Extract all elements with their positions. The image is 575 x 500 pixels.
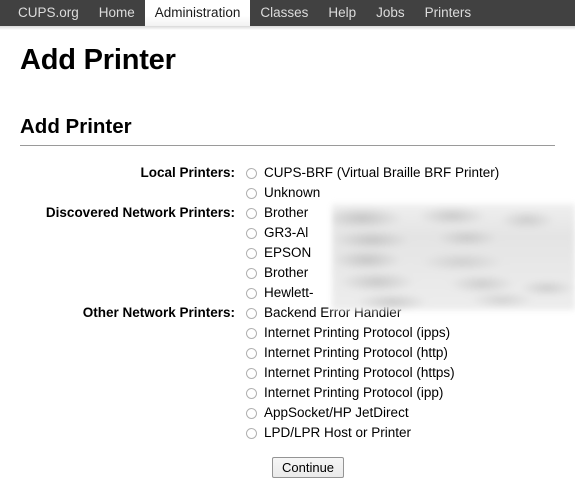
radio-label[interactable]: Brother	[264, 203, 308, 223]
radio-label[interactable]: CUPS-BRF (Virtual Braille BRF Printer)	[264, 163, 499, 183]
nav-item-cups-org[interactable]: CUPS.org	[8, 0, 89, 26]
radio-option[interactable]: EPSON	[246, 243, 555, 263]
radio-icon[interactable]	[246, 387, 257, 399]
radio-option[interactable]: Internet Printing Protocol (ipp)	[246, 383, 555, 403]
radio-label[interactable]: Internet Printing Protocol (http)	[264, 343, 448, 363]
radio-label[interactable]: Backend Error Handler	[264, 303, 401, 323]
section-title: Add Printer	[20, 115, 555, 146]
radio-icon[interactable]	[246, 187, 257, 199]
radio-icon[interactable]	[246, 347, 257, 359]
page-content: Add Printer Add Printer Local Printers: …	[0, 44, 575, 478]
radio-label[interactable]: Brother	[264, 263, 308, 283]
radio-option[interactable]: GR3-Al	[246, 223, 555, 243]
radio-label[interactable]: GR3-Al	[264, 223, 308, 243]
radio-option[interactable]: Internet Printing Protocol (ipps)	[246, 323, 555, 343]
radio-icon[interactable]	[246, 427, 257, 439]
radio-icon[interactable]	[246, 207, 257, 219]
main-navigation: CUPS.org Home Administration Classes Hel…	[0, 0, 575, 26]
radio-option[interactable]: Brother	[246, 263, 555, 283]
radio-icon[interactable]	[246, 327, 257, 339]
label-other-network-printers: Other Network Printers:	[82, 305, 235, 320]
radio-option[interactable]: Hewlett-	[246, 283, 555, 303]
radio-icon[interactable]	[246, 287, 257, 299]
nav-item-administration[interactable]: Administration	[144, 0, 251, 26]
form-group-local-printers: Local Printers: CUPS-BRF (Virtual Braill…	[20, 163, 555, 203]
navigation-shadow	[0, 26, 575, 30]
radio-label[interactable]: Hewlett-	[264, 283, 314, 303]
form-actions-spacer	[20, 457, 246, 478]
options-discovered-network-printers: Brother GR3-Al EPSON Brother Hewlett-	[246, 203, 555, 303]
radio-option[interactable]: Brother	[246, 203, 555, 223]
form-group-other-network-printers: Other Network Printers: Backend Error Ha…	[20, 303, 555, 443]
radio-icon[interactable]	[246, 267, 257, 279]
radio-label[interactable]: Internet Printing Protocol (ipp)	[264, 383, 443, 403]
radio-option[interactable]: Internet Printing Protocol (http)	[246, 343, 555, 363]
radio-label[interactable]: AppSocket/HP JetDirect	[264, 403, 409, 423]
radio-label[interactable]: LPD/LPR Host or Printer	[264, 423, 411, 443]
radio-option[interactable]: LPD/LPR Host or Printer	[246, 423, 555, 443]
radio-option[interactable]: Backend Error Handler	[246, 303, 555, 323]
radio-label[interactable]: Unknown	[264, 183, 320, 203]
nav-item-help[interactable]: Help	[318, 0, 366, 26]
radio-icon[interactable]	[246, 407, 257, 419]
form-actions: Continue	[20, 457, 555, 478]
radio-icon[interactable]	[246, 307, 257, 319]
radio-label[interactable]: Internet Printing Protocol (ipps)	[264, 323, 450, 343]
radio-icon[interactable]	[246, 167, 257, 179]
page-title: Add Printer	[20, 44, 176, 76]
nav-item-home[interactable]: Home	[89, 0, 145, 26]
radio-icon[interactable]	[246, 247, 257, 259]
nav-item-printers[interactable]: Printers	[415, 0, 482, 26]
radio-label[interactable]: Internet Printing Protocol (https)	[264, 363, 455, 383]
radio-option[interactable]: Internet Printing Protocol (https)	[246, 363, 555, 383]
radio-icon[interactable]	[246, 367, 257, 379]
continue-button[interactable]: Continue	[272, 457, 345, 478]
label-local-printers: Local Printers:	[140, 165, 235, 180]
radio-icon[interactable]	[246, 227, 257, 239]
form-group-discovered-network-printers: Discovered Network Printers: Brother GR3…	[20, 203, 555, 303]
nav-item-jobs[interactable]: Jobs	[366, 0, 415, 26]
add-printer-form: Local Printers: CUPS-BRF (Virtual Braill…	[20, 163, 555, 478]
radio-option[interactable]: CUPS-BRF (Virtual Braille BRF Printer)	[246, 163, 555, 183]
radio-label[interactable]: EPSON	[264, 243, 311, 263]
radio-option[interactable]: AppSocket/HP JetDirect	[246, 403, 555, 423]
options-local-printers: CUPS-BRF (Virtual Braille BRF Printer) U…	[246, 163, 555, 203]
nav-item-classes[interactable]: Classes	[250, 0, 318, 26]
options-other-network-printers: Backend Error Handler Internet Printing …	[246, 303, 555, 443]
label-discovered-network-printers: Discovered Network Printers:	[45, 205, 235, 220]
radio-option[interactable]: Unknown	[246, 183, 555, 203]
